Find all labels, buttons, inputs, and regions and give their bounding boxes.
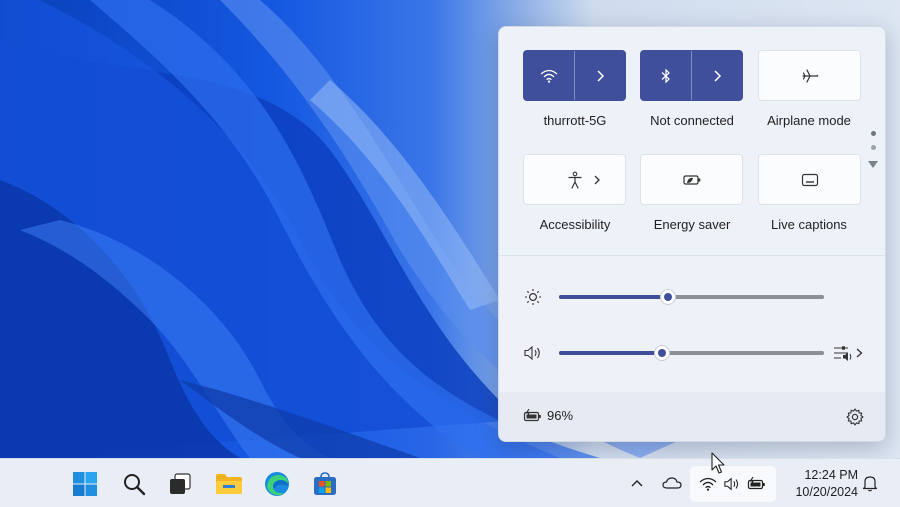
brightness-slider-thumb[interactable] [659, 289, 676, 305]
energy-saver-tile[interactable] [640, 154, 743, 205]
chevron-right-icon [714, 69, 722, 82]
energy-saver-tile-label: Energy saver [653, 217, 731, 232]
energy-saver-icon [682, 174, 700, 185]
accessibility-tile[interactable] [523, 154, 626, 205]
accessibility-icon [568, 171, 582, 189]
start-button[interactable] [68, 467, 102, 501]
bluetooth-icon [661, 68, 670, 83]
show-hidden-icons-button[interactable] [628, 472, 646, 494]
notifications-button[interactable] [860, 472, 880, 494]
bluetooth-tile-label: Not connected [650, 113, 734, 128]
store-icon [314, 472, 336, 495]
speaker-icon [724, 477, 739, 491]
wifi-icon [699, 477, 717, 491]
live-captions-tile-label: Live captions [771, 217, 847, 232]
chevron-right-icon [597, 69, 605, 82]
airplane-mode-tile[interactable] [758, 50, 861, 101]
volume-slider[interactable] [559, 345, 824, 361]
pager-down-icon[interactable] [868, 161, 878, 168]
accessibility-toggle-button[interactable] [524, 155, 589, 204]
pager-dot-1[interactable] [871, 131, 876, 136]
volume-row [499, 341, 885, 365]
captions-icon [801, 173, 818, 186]
taskbar-clock[interactable]: 12:24 PM 10/20/2024 [782, 467, 858, 501]
bluetooth-tile[interactable] [640, 50, 743, 101]
wifi-tile[interactable] [523, 50, 626, 101]
battery-icon [747, 477, 765, 490]
volume-slider-thumb[interactable] [654, 345, 671, 361]
chevron-up-icon [631, 480, 643, 487]
clock-time: 12:24 PM [804, 468, 858, 482]
chevron-right-icon [594, 175, 600, 184]
quick-settings-flyout: thurrott-5G Not connected Airplane mode [498, 26, 886, 442]
chevron-right-icon [856, 348, 863, 358]
store-button[interactable] [308, 467, 342, 501]
edge-button[interactable] [260, 467, 294, 501]
battery-charging-icon [523, 408, 541, 421]
onedrive-button[interactable] [660, 472, 684, 494]
brightness-slider-fill [559, 295, 668, 299]
flyout-footer: 96% [499, 392, 885, 441]
live-captions-tile[interactable] [758, 154, 861, 205]
wifi-toggle-button[interactable] [524, 51, 575, 100]
onedrive-cloud-icon [662, 477, 682, 489]
battery-status[interactable]: 96% [523, 408, 573, 423]
sliders-area [499, 256, 885, 391]
bell-icon [862, 476, 878, 492]
bluetooth-toggle-button[interactable] [641, 51, 692, 100]
windows-start-icon [73, 472, 97, 496]
wifi-icon [540, 69, 558, 83]
clock-date: 10/20/2024 [795, 485, 858, 499]
accessibility-tile-label: Accessibility [539, 217, 611, 232]
brightness-slider[interactable] [559, 289, 824, 305]
pager-dot-2[interactable] [871, 145, 876, 150]
tiles-pager[interactable] [867, 128, 879, 172]
volume-slider-fill [559, 351, 663, 355]
volume-mixer-button[interactable] [833, 342, 867, 364]
edge-icon [265, 472, 289, 496]
search-button[interactable] [117, 467, 151, 501]
task-view-button[interactable] [163, 467, 197, 501]
airplane-icon [801, 68, 818, 83]
gear-icon[interactable] [845, 407, 865, 427]
taskbar: 12:24 PM 10/20/2024 [0, 458, 900, 507]
mouse-cursor-icon [711, 452, 725, 474]
accessibility-expand-button[interactable] [589, 155, 625, 204]
brightness-icon [525, 289, 541, 305]
file-explorer-button[interactable] [212, 467, 246, 501]
wifi-expand-button[interactable] [575, 51, 625, 100]
bluetooth-expand-button[interactable] [692, 51, 742, 100]
airplane-mode-tile-label: Airplane mode [767, 113, 851, 128]
volume-mixer-icon [834, 346, 852, 361]
battery-percentage: 96% [547, 408, 574, 423]
quick-settings-tiles: thurrott-5G Not connected Airplane mode [499, 27, 885, 255]
speaker-icon[interactable] [523, 344, 543, 362]
file-explorer-icon [216, 474, 242, 494]
task-view-icon [170, 473, 191, 494]
search-icon [124, 474, 146, 496]
wifi-tile-label: thurrott-5G [543, 113, 607, 128]
brightness-row [499, 285, 885, 309]
network-volume-battery-button[interactable] [690, 466, 776, 502]
